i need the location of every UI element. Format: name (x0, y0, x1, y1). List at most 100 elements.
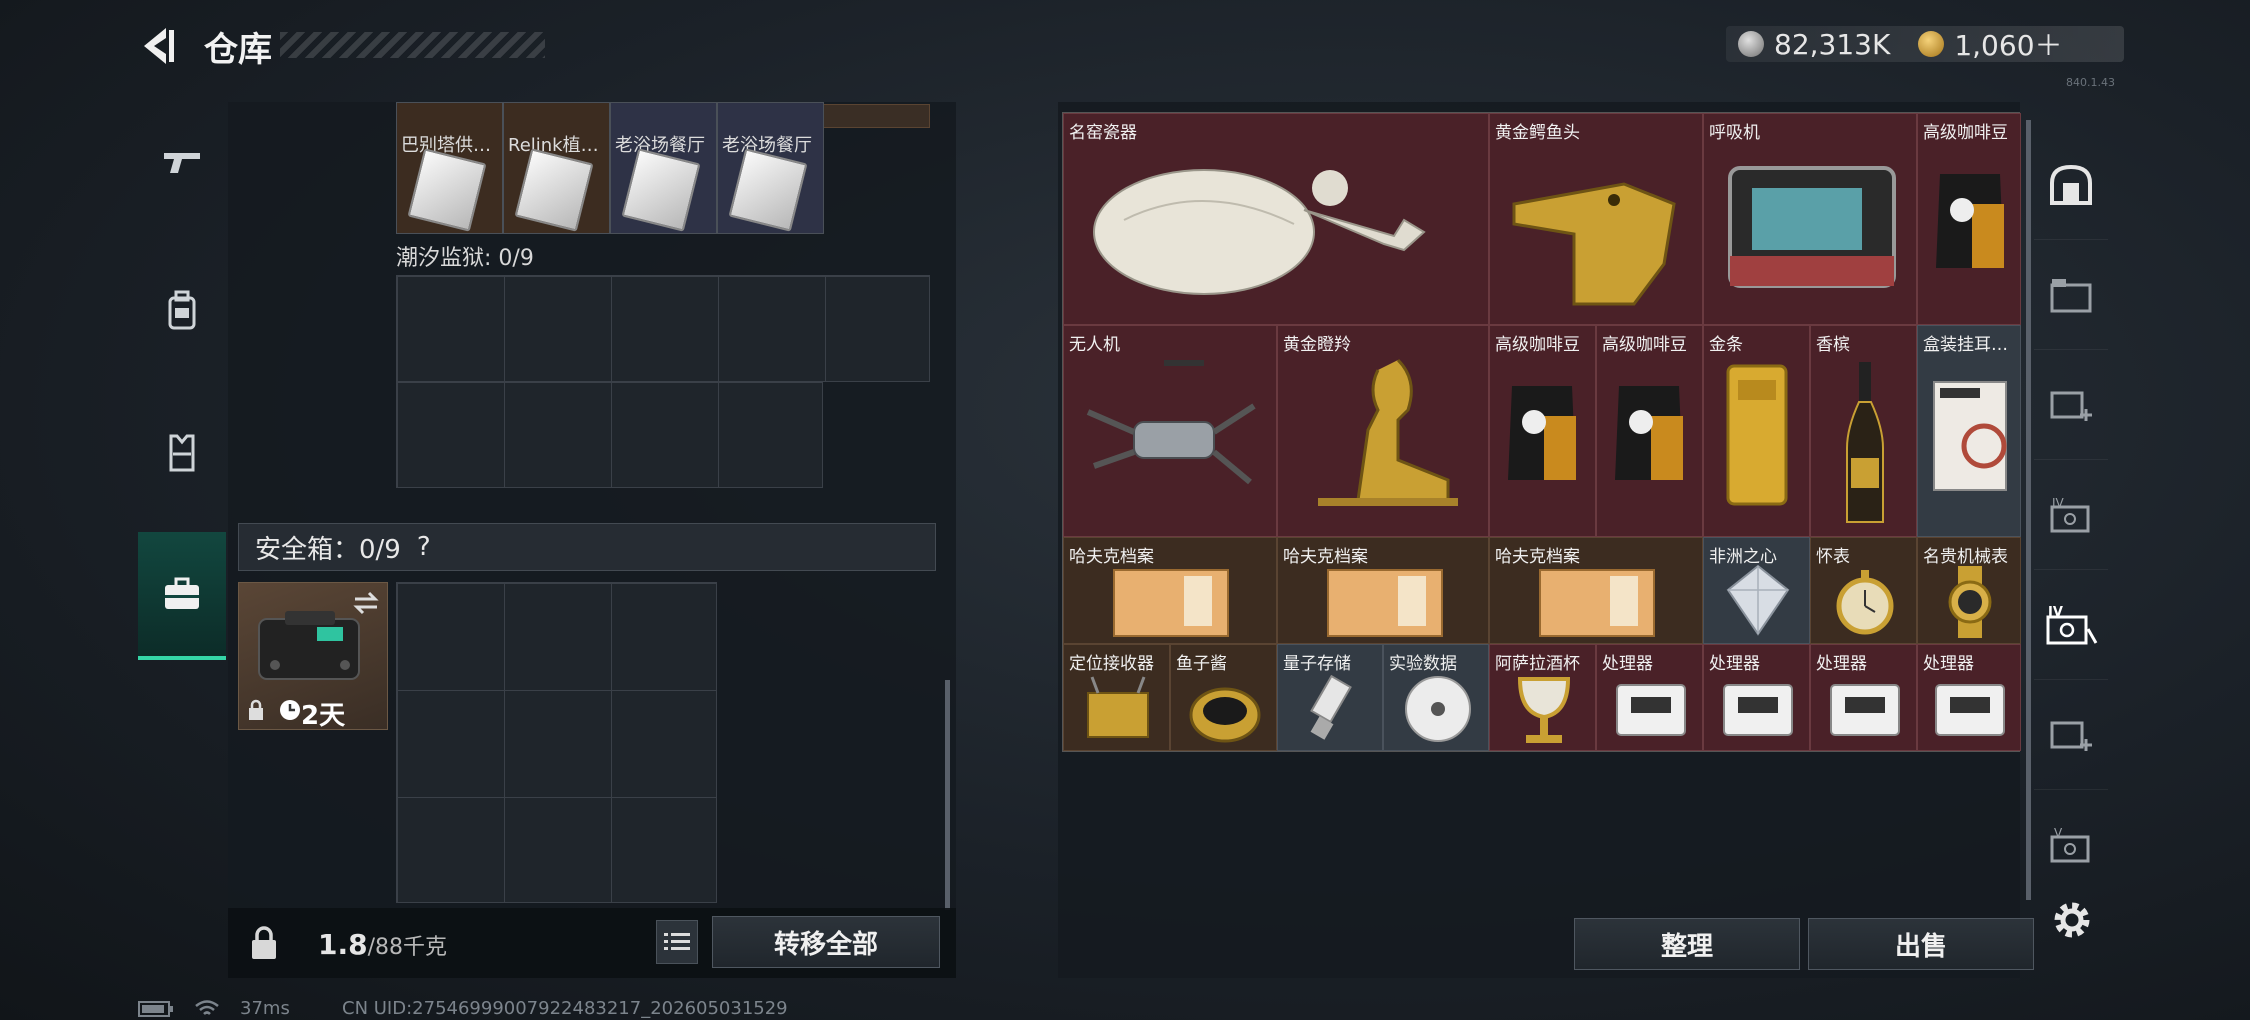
document-icon (407, 148, 487, 232)
weight-capacity: /88千克 (367, 935, 448, 960)
inventory-item[interactable]: 金条 (1703, 325, 1810, 537)
inventory-item[interactable]: 定位接收器 (1063, 644, 1170, 751)
item-name: 处理器 (1602, 654, 1653, 674)
svg-text:V: V (2054, 826, 2063, 840)
title-decoration (280, 32, 545, 58)
inventory-item[interactable]: 量子存储 (1277, 644, 1383, 751)
processor-icon (1723, 684, 1793, 736)
inventory-item[interactable]: 非洲之心 (1703, 537, 1810, 644)
document-icon (728, 148, 808, 232)
ventilator-icon (1728, 166, 1896, 288)
add-storage-icon (2050, 391, 2092, 421)
inventory-item[interactable]: 哈夫克档案 (1277, 537, 1489, 644)
add-storage-icon (2050, 721, 2092, 751)
inventory-item[interactable]: 实验数据 (1383, 644, 1489, 751)
nav-backpack[interactable] (138, 250, 226, 370)
archive-icon (1539, 569, 1655, 637)
inventory-item[interactable]: 高级咖啡豆 (1917, 113, 2021, 325)
inventory-item[interactable]: 鱼子酱 (1170, 644, 1277, 751)
item-name: 哈夫克档案 (1069, 547, 1154, 567)
vault-door-icon (2050, 164, 2092, 205)
list-view-button[interactable] (656, 920, 698, 964)
prison-grid-row2[interactable] (396, 381, 823, 488)
safe-case-item[interactable]: 2天 (238, 582, 388, 731)
storage-tab-2[interactable] (2034, 350, 2108, 460)
inventory-scrollbar[interactable] (2026, 120, 2031, 900)
inventory-item[interactable]: 呼吸机 (1703, 113, 1917, 325)
safe-case-label: 安全箱：0/9 (255, 534, 401, 565)
inventory-item[interactable]: 高级咖啡豆 (1489, 325, 1596, 537)
vase-icon (1093, 169, 1426, 295)
gun-icon (164, 153, 200, 173)
sell-button[interactable]: 出售 (1808, 918, 2034, 970)
lock-icon (252, 926, 276, 959)
nav-weapons[interactable] (138, 102, 226, 222)
document-icon (621, 148, 701, 232)
item-label: 老浴场餐厅 (615, 135, 705, 156)
inventory-item[interactable]: 名窑瓷器 (1063, 113, 1489, 325)
settings-gear-icon[interactable] (2050, 898, 2094, 942)
swap-icon[interactable] (351, 591, 381, 615)
clock-icon (280, 700, 300, 720)
safe-case-grid[interactable] (396, 582, 717, 903)
coffee-bag-icon (1508, 386, 1576, 480)
left-category-nav (138, 102, 226, 692)
coffee-box-icon (1933, 381, 2007, 491)
inventory-item[interactable]: 处理器 (1917, 644, 2021, 751)
svg-text:IV: IV (2052, 496, 2065, 510)
gold-crocodile-head-icon (1512, 182, 1676, 306)
gold-gazelle-icon (1318, 358, 1458, 506)
stash-item[interactable]: 老浴场餐厅 (717, 102, 824, 234)
lock-icon (249, 699, 263, 720)
currency-bar[interactable]: 82,313K 1,060＋ (1726, 26, 2124, 62)
prison-grid-row1[interactable] (396, 275, 930, 382)
champagne-icon (1846, 362, 1884, 523)
safe-case-duration: 2天 (301, 701, 346, 731)
inventory-item[interactable]: 名贵机械表 (1917, 537, 2021, 644)
back-arrow-icon[interactable] (136, 24, 176, 68)
safe-case-icon (258, 611, 360, 680)
stash-scrollbar[interactable] (945, 680, 950, 910)
inventory-item[interactable]: 香槟 (1810, 325, 1917, 537)
item-name: 黄金瞪羚 (1283, 335, 1351, 355)
inventory-item[interactable]: 处理器 (1596, 644, 1703, 751)
inventory-item[interactable]: 无人机 (1063, 325, 1277, 537)
lock-button[interactable] (228, 908, 300, 978)
prison-section-label: 潮汐监狱: 0/9 (396, 246, 534, 271)
receiver-icon (1087, 676, 1149, 738)
storage-tab-1[interactable] (2034, 240, 2108, 350)
storage-tab-add[interactable] (2034, 680, 2108, 790)
storage-tab-4-active[interactable]: IV (2034, 570, 2108, 680)
inventory-item[interactable]: 高级咖啡豆 (1596, 325, 1703, 537)
transfer-all-button[interactable]: 转移全部 (712, 916, 940, 968)
inventory-item[interactable]: 处理器 (1703, 644, 1810, 751)
safe-case-header: 安全箱：0/9 ? (238, 523, 936, 571)
item-name: 量子存储 (1283, 654, 1351, 674)
inventory-item[interactable]: 阿萨拉酒杯 (1489, 644, 1596, 751)
storage-tab-4[interactable]: IV (2034, 460, 2108, 570)
item-name: 定位接收器 (1069, 654, 1154, 674)
stash-item[interactable]: Relink植… (503, 102, 610, 234)
stash-item[interactable]: 巴别塔供… (396, 102, 503, 234)
item-name: 名窑瓷器 (1069, 123, 1137, 143)
briefcase-icon (165, 577, 199, 609)
item-name: 实验数据 (1389, 654, 1457, 674)
help-icon[interactable]: ? (417, 532, 431, 562)
inventory-item[interactable]: 盒装挂耳… (1917, 325, 2021, 537)
storage-tab-main[interactable] (2034, 130, 2108, 240)
processor-icon (1616, 684, 1686, 736)
nav-vest[interactable] (138, 392, 226, 512)
inventory-item[interactable]: 哈夫克档案 (1489, 537, 1703, 644)
gold-currency-value[interactable]: 1,060＋ (1954, 24, 2062, 64)
inventory-item[interactable]: 怀表 (1810, 537, 1917, 644)
inventory-item[interactable]: 处理器 (1810, 644, 1917, 751)
inventory-item[interactable]: 黄金瞪羚 (1277, 325, 1489, 537)
nav-safe-case[interactable] (138, 532, 226, 660)
pocket-watch-icon (1836, 570, 1894, 635)
inventory-item[interactable]: 哈夫克档案 (1063, 537, 1277, 644)
inventory-item[interactable]: 黄金鳄鱼头 (1489, 113, 1703, 325)
storage-tab-5[interactable]: V (2034, 790, 2108, 900)
vest-icon (169, 434, 195, 472)
organize-button[interactable]: 整理 (1574, 918, 1800, 970)
stash-item[interactable]: 老浴场餐厅 (610, 102, 717, 234)
